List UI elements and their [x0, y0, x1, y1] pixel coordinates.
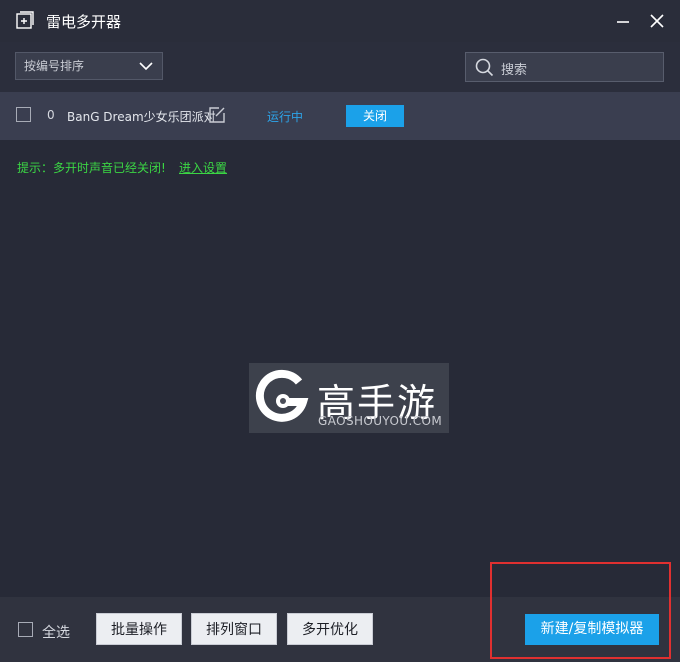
instance-index: 0: [47, 108, 55, 122]
search-placeholder: 搜索: [501, 63, 528, 78]
search-input[interactable]: 搜索: [465, 52, 664, 82]
instance-close-button[interactable]: 关闭: [346, 105, 404, 127]
new-copy-emulator-button[interactable]: 新建/复制模拟器: [525, 614, 659, 645]
instance-status: 运行中: [267, 110, 304, 124]
chevron-down-icon: [139, 62, 153, 71]
close-icon[interactable]: [648, 12, 666, 30]
instance-row: 0 BanG Dream少女乐团派对 运行中 关闭: [0, 92, 680, 140]
footer-bar: 全选 批量操作 排列窗口 多开优化 新建/复制模拟器: [0, 597, 680, 662]
batch-operation-button[interactable]: 批量操作: [96, 613, 182, 645]
sort-dropdown[interactable]: 按编号排序: [15, 52, 163, 80]
instance-name: BanG Dream少女乐团派对: [67, 110, 216, 124]
select-all-label[interactable]: 全选: [42, 622, 70, 642]
watermark-subtext: GAOSHOUYOU.COM: [318, 414, 443, 428]
minimize-icon[interactable]: [614, 12, 632, 30]
toolbar: 按编号排序 搜索: [0, 42, 680, 92]
add-window-icon: [16, 11, 34, 29]
window-title: 雷电多开器: [46, 13, 122, 31]
instance-checkbox[interactable]: [16, 107, 31, 122]
search-icon: [475, 58, 494, 77]
settings-link[interactable]: 进入设置: [179, 159, 227, 176]
watermark-logo: [255, 369, 309, 422]
tip-text: 提示：多开时声音已经关闭!: [17, 161, 166, 175]
edit-icon[interactable]: [208, 106, 226, 124]
arrange-windows-button[interactable]: 排列窗口: [191, 613, 277, 645]
select-all-checkbox[interactable]: [18, 622, 33, 637]
multi-optimize-button[interactable]: 多开优化: [287, 613, 373, 645]
sort-dropdown-value: 按编号排序: [24, 59, 85, 73]
title-bar: 雷电多开器: [0, 0, 680, 42]
